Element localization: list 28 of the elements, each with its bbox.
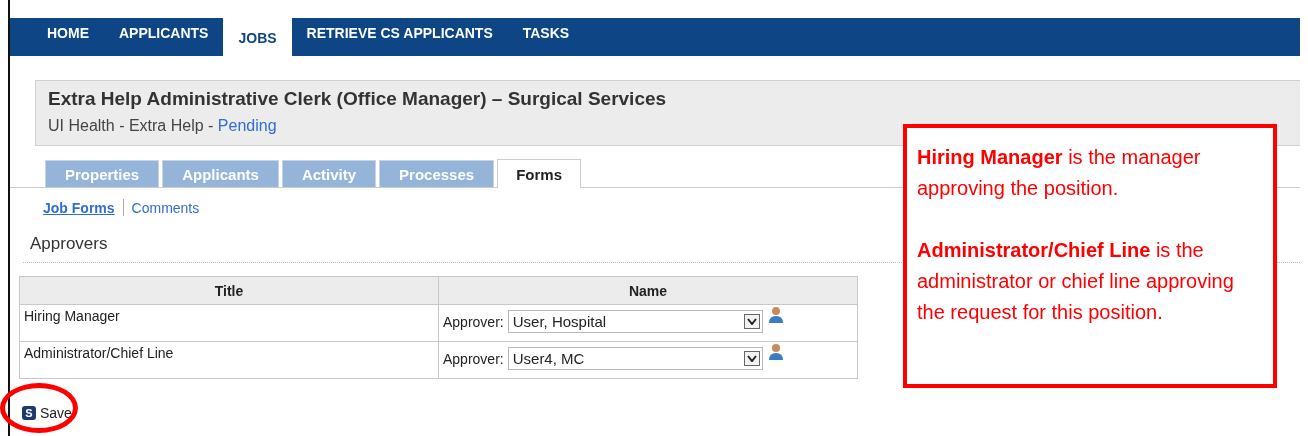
- nav-tab[interactable]: APPLICANTS: [104, 18, 224, 49]
- column-header: Title: [19, 276, 439, 305]
- column-header: Name: [438, 276, 858, 305]
- table-cell: Hiring Manager: [19, 304, 439, 342]
- nav-tab[interactable]: TASKS: [507, 18, 585, 49]
- section-title: Approvers: [30, 234, 108, 254]
- save-button[interactable]: S Save: [22, 405, 72, 421]
- table-cell: Administrator/Chief Line: [19, 341, 439, 379]
- callout-text: Administrator/Chief Line is the administrator or chief line approving the request for this position.: [917, 238, 1235, 325]
- caret-icon: [746, 355, 757, 362]
- nav-tab[interactable]: HOME: [32, 18, 104, 49]
- approver-label: Approver:: [443, 313, 504, 330]
- sub-link[interactable]: Job Forms: [43, 199, 115, 216]
- person-icon[interactable]: [766, 343, 785, 361]
- tab[interactable]: Forms: [497, 159, 581, 188]
- job-subtitle: UI Health - Extra Help -: [48, 117, 215, 135]
- approver-label: Approver:: [443, 350, 504, 367]
- caret-icon: [746, 318, 757, 325]
- nav-tab[interactable]: RETRIEVE CS APPLICANTS: [291, 18, 508, 49]
- select-field[interactable]: User, Hospital: [507, 310, 763, 333]
- save-key-icon: S: [22, 406, 36, 420]
- nav-tab[interactable]: JOBS: [223, 18, 292, 56]
- sub-link[interactable]: Comments: [131, 199, 200, 216]
- person-icon[interactable]: [766, 306, 785, 324]
- callout-text: Hiring Manager is the manager approving the position.: [917, 145, 1202, 201]
- select-field[interactable]: User4, MC: [507, 347, 763, 370]
- job-title: Extra Help Administrative Clerk (Office Manager) – Surgical Services: [48, 88, 668, 110]
- status-label: Pending: [217, 117, 277, 135]
